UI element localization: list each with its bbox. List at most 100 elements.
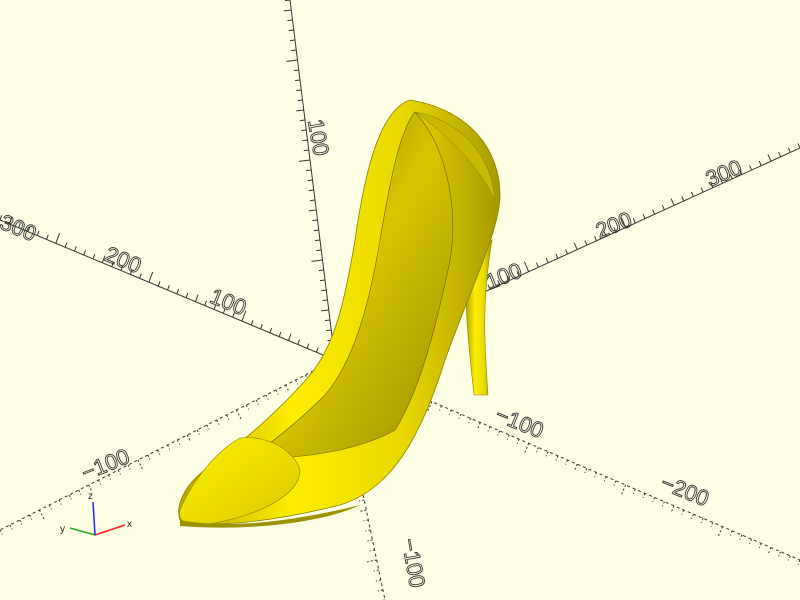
- tick-y-positive: [758, 160, 762, 166]
- tick-y-positive: [555, 253, 559, 259]
- tick-z-positive: [307, 179, 313, 182]
- tick-y-positive: [700, 187, 704, 193]
- tick-y-negative: [275, 389, 279, 395]
- tick-z-positive: [321, 289, 327, 292]
- tick-x-positive: [523, 443, 530, 454]
- tick-x-positive: [584, 468, 588, 474]
- tick-z-positive: [326, 329, 332, 332]
- tick-x-negative: [194, 294, 199, 302]
- tick-y-negative: [0, 529, 3, 535]
- tick-z-negative: [359, 499, 365, 502]
- tick-y-positive: [749, 165, 753, 171]
- tick-z-positive: [318, 269, 324, 272]
- tick-x-positive: [778, 551, 782, 557]
- tick-z-positive: [309, 199, 316, 202]
- tick-x-positive: [613, 480, 617, 486]
- tick-z-positive: [284, 0, 291, 2]
- tick-y-positive: [652, 209, 656, 215]
- label-z-neg-100: −100: [397, 536, 430, 589]
- tick-z-negative: [369, 549, 375, 552]
- tick-y-negative: [48, 504, 52, 510]
- tick-x-positive: [620, 484, 627, 496]
- tick-x-negative: [55, 232, 61, 244]
- tick-z-positive: [298, 159, 311, 162]
- label-z-100: 100: [303, 117, 334, 158]
- tick-x-negative: [92, 254, 96, 260]
- 3d-viewport[interactable]: 100 300 200 100 100 200 300 −100 −200 −1…: [0, 0, 800, 600]
- tick-x-positive: [565, 459, 568, 465]
- axes-indicator: x y z: [60, 491, 132, 536]
- tick-y-negative: [137, 459, 144, 471]
- tick-y-negative: [68, 494, 72, 500]
- label-x-pos-200: −200: [657, 470, 712, 512]
- tick-y-negative: [265, 394, 269, 400]
- indicator-y-label: y: [60, 524, 65, 535]
- tick-y-positive: [535, 262, 539, 268]
- tick-x-positive: [497, 430, 501, 436]
- tick-x-negative: [176, 289, 180, 295]
- tick-x-positive: [700, 518, 704, 524]
- tick-y-positive: [565, 249, 568, 255]
- tick-y-negative: [285, 384, 290, 392]
- tick-x-negative: [297, 339, 300, 345]
- tick-x-positive: [661, 501, 665, 507]
- tick-x-negative: [73, 246, 77, 252]
- tick-z-negative: [367, 539, 373, 542]
- tick-y-negative: [216, 419, 220, 425]
- tick-x-negative: [148, 271, 154, 283]
- tick-z-positive: [308, 209, 317, 212]
- indicator-y-line: [69, 527, 96, 536]
- tick-y-negative: [255, 399, 259, 405]
- indicator-x-label: x: [127, 519, 132, 530]
- tick-y-negative: [167, 444, 171, 450]
- tick-x-negative: [157, 281, 161, 287]
- tick-y-positive: [661, 205, 665, 211]
- tick-y-positive: [642, 213, 646, 219]
- tick-x-negative: [139, 273, 142, 279]
- tick-x-negative: [278, 331, 282, 337]
- tick-z-negative: [365, 529, 371, 532]
- tick-y-negative: [196, 429, 200, 435]
- tick-x-positive: [767, 547, 772, 555]
- tick-x-positive: [555, 455, 559, 461]
- tick-y-negative: [186, 434, 192, 442]
- tick-x-positive: [787, 555, 791, 561]
- label-y-neg-100: −100: [78, 444, 133, 486]
- tick-y-negative: [206, 424, 210, 430]
- tick-x-negative: [64, 242, 68, 248]
- tick-y-positive: [523, 261, 530, 272]
- tick-x-positive: [670, 505, 675, 513]
- tick-x-positive: [690, 513, 694, 519]
- tick-x-positive: [739, 534, 743, 540]
- tick-x-positive: [448, 409, 452, 415]
- tick-x-positive: [717, 526, 723, 537]
- tick-z-positive: [321, 309, 329, 312]
- tick-x-negative: [250, 320, 254, 326]
- tick-x-positive: [642, 493, 646, 499]
- tick-z-positive: [291, 49, 297, 52]
- tick-x-positive: [603, 476, 607, 482]
- label-y-200: 200: [592, 207, 635, 244]
- tick-x-negative: [46, 234, 49, 240]
- tick-z-positive: [324, 319, 331, 322]
- tick-z-positive: [293, 69, 299, 72]
- tick-z-negative: [375, 579, 381, 582]
- label-y-300: 300: [702, 155, 745, 192]
- tick-y-positive: [787, 147, 791, 153]
- viewport-canvas[interactable]: 100 300 200 100 100 200 300 −100 −200 −1…: [0, 0, 800, 600]
- tick-x-positive: [681, 509, 685, 515]
- tick-z-negative: [358, 509, 367, 512]
- tick-z-positive: [283, 9, 292, 12]
- tick-x-positive: [710, 522, 714, 528]
- tick-x-positive: [545, 451, 549, 457]
- tick-x-negative: [204, 300, 207, 306]
- tick-z-negative: [377, 589, 384, 592]
- tick-z-positive: [313, 229, 319, 232]
- tick-x-negative: [260, 324, 263, 330]
- tick-x-negative: [288, 333, 292, 341]
- tick-y-negative: [226, 414, 230, 420]
- tick-y-negative: [176, 439, 181, 445]
- tick-x-positive: [487, 426, 491, 432]
- tick-x-positive: [535, 447, 539, 453]
- tick-z-positive: [297, 99, 303, 102]
